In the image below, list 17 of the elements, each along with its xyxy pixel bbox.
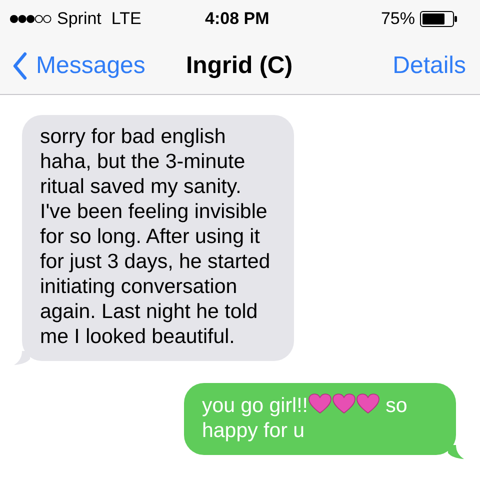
contact-name: Ingrid (C) <box>186 52 293 80</box>
signal-icon <box>10 14 52 24</box>
bubble-tail <box>448 445 464 459</box>
message-bubble: sorry for bad english haha, but the 3-minute ritual saved my sanity. I've been feeling invisible for so long. After using it for just 3 days, he started initiating conversation again. Last night he told me I looked beautiful. <box>22 115 294 361</box>
message-bubble: you go girl!! so happy for u <box>184 383 456 455</box>
battery-percent: 75% <box>380 9 415 29</box>
network-type: LTE <box>111 9 142 29</box>
heart-icon <box>356 393 380 414</box>
heart-icon <box>332 393 356 414</box>
battery-icon <box>420 11 458 27</box>
chevron-left-icon <box>12 52 28 80</box>
carrier: Sprint <box>57 9 102 29</box>
details-link[interactable]: Details <box>392 52 466 80</box>
bubble-tail <box>14 351 30 365</box>
clock: 4:08 PM <box>205 9 270 29</box>
heart-icon <box>308 393 332 414</box>
back-button[interactable]: Messages <box>12 52 146 80</box>
